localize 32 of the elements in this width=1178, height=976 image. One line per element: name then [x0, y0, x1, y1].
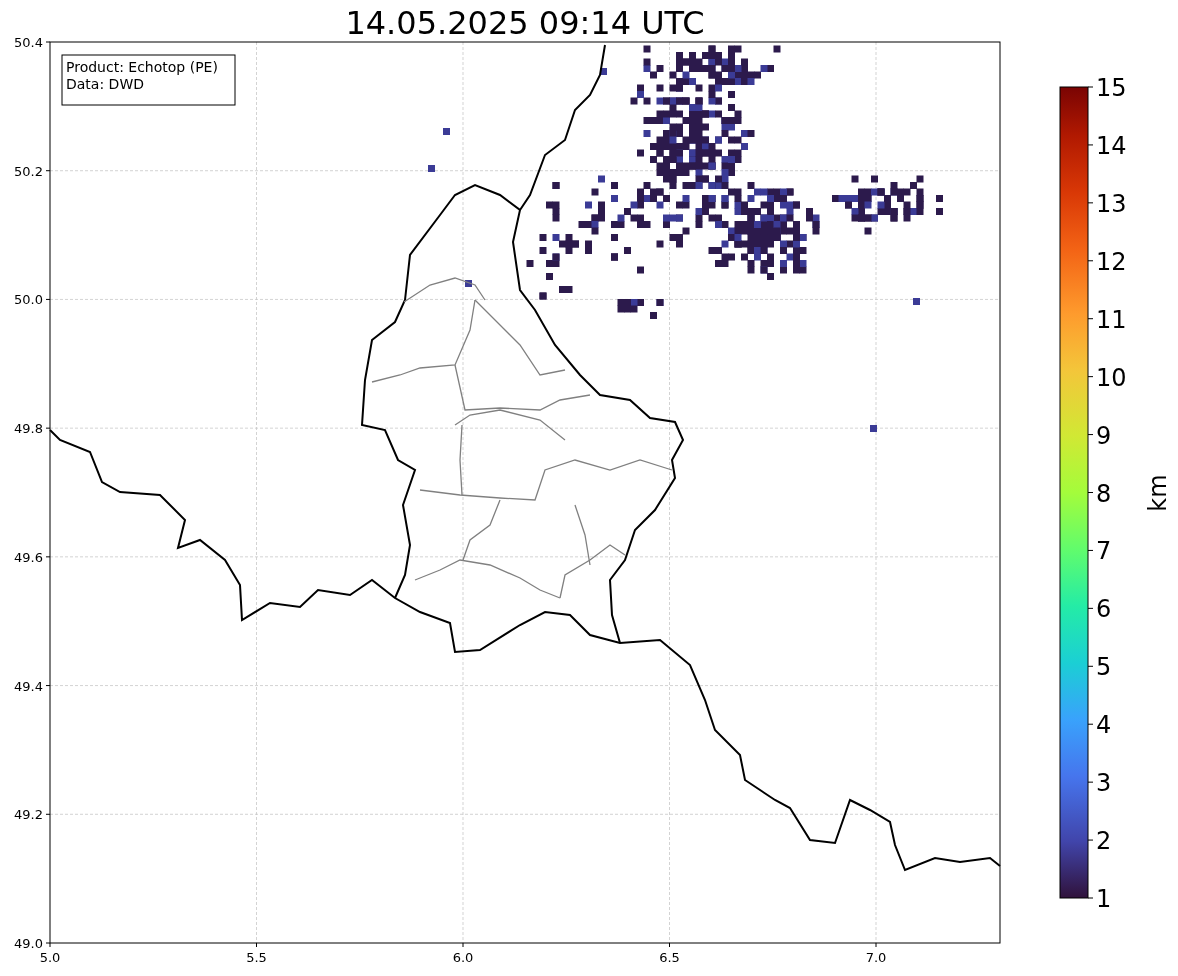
- colorbar-tick-label: 13: [1096, 189, 1127, 218]
- x-tick-label: 6.0: [452, 950, 474, 965]
- colorbar-tick-label: 9: [1096, 421, 1112, 450]
- y-tick-label: 50.2: [14, 163, 43, 179]
- colorbar-tick-label: 3: [1096, 769, 1112, 798]
- colorbar-tick-label: 10: [1096, 363, 1127, 392]
- x-tick-label: 6.5: [659, 950, 680, 965]
- info-text: Product: Echotop (PE): [66, 59, 218, 75]
- colorbar-tick-label: 15: [1096, 74, 1127, 102]
- colorbar-tick-label: 11: [1096, 305, 1127, 334]
- colorbar-tick-label: 4: [1096, 711, 1112, 740]
- colorbar-tick-label: 8: [1096, 479, 1112, 508]
- y-tick-label: 49.4: [14, 678, 43, 694]
- colorbar-tick-label: 14: [1096, 131, 1127, 160]
- y-tick-label: 50.4: [14, 35, 43, 50]
- x-tick-label: 5.0: [39, 950, 61, 965]
- y-tick-label: 49.6: [14, 549, 43, 565]
- colorbar-tick-label: 6: [1096, 595, 1112, 624]
- chart-title: 14.05.2025 09:14 UTC: [345, 3, 705, 43]
- y-tick-label: 49.2: [14, 807, 43, 823]
- colorbar-label: km: [1144, 474, 1172, 512]
- colorbar-tick-label: 12: [1096, 247, 1127, 276]
- colorbar-tick-label: 1: [1096, 885, 1112, 913]
- colorbar-tick-label: 7: [1096, 537, 1112, 566]
- x-tick-label: 5.5: [246, 950, 267, 965]
- x-tick-label: 7.0: [865, 950, 887, 965]
- colorbar-tick-label: 2: [1096, 827, 1112, 856]
- y-tick-label: 50.0: [14, 292, 43, 308]
- y-tick-label: 49.0: [14, 936, 43, 951]
- y-tick-label: 49.8: [14, 421, 43, 437]
- colorbar-tick-label: 5: [1096, 653, 1112, 682]
- info-text: Data: DWD: [66, 76, 144, 92]
